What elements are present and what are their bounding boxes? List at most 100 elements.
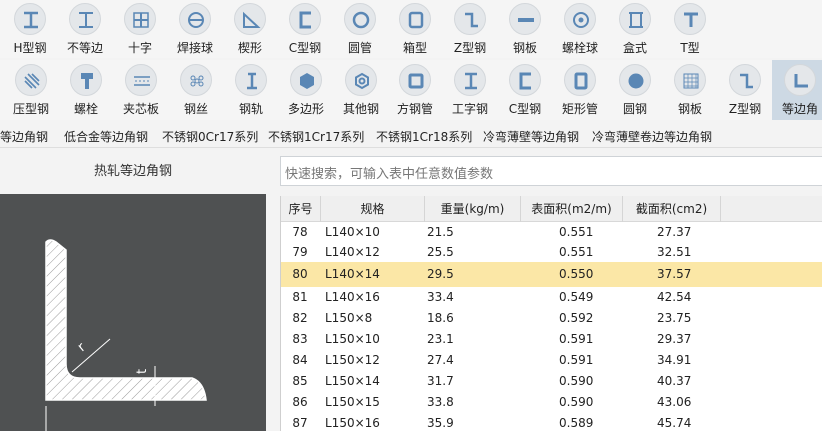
- other-steel-icon: [345, 64, 377, 96]
- row1-tool-11[interactable]: 盒式: [607, 0, 663, 58]
- tool-label: C型钢: [508, 102, 542, 116]
- h-beam-icon: [14, 3, 46, 35]
- table-cell-surface-area: 0.589: [559, 416, 594, 430]
- row2-tool-14[interactable]: 等边角: [772, 60, 822, 120]
- tool-label: T型: [680, 41, 700, 55]
- table-row[interactable]: 83 L150×10 23.1 0.591 29.37: [281, 329, 822, 350]
- table-row[interactable]: 78 L140×10 21.5 0.551 27.37: [281, 222, 822, 243]
- table-cell-weight: 31.7: [427, 374, 454, 388]
- table-cell-weight: 33.4: [427, 290, 454, 304]
- category-tab-1[interactable]: 低合金等边角钢: [64, 128, 148, 145]
- i-beam-icon: [454, 64, 486, 96]
- row1-tool-6[interactable]: 圆管: [332, 0, 388, 58]
- table-cell-index: 86: [292, 395, 308, 409]
- row1-tool-10[interactable]: 螺栓球: [552, 0, 608, 58]
- tool-label: 方钢管: [396, 102, 433, 116]
- row2-tool-1[interactable]: 螺栓: [58, 60, 114, 120]
- thickness-label: t: [135, 369, 150, 374]
- row2-tool-0[interactable]: 压型钢: [3, 60, 59, 120]
- table-cell-surface-area: 0.551: [559, 225, 594, 239]
- table-cell-index: 78: [292, 225, 308, 239]
- z-section-icon: [454, 3, 486, 35]
- row2-tool-11[interactable]: 圆钢: [607, 60, 663, 120]
- column-header-2[interactable]: 重量(kg/m): [425, 196, 521, 222]
- table-row[interactable]: 79 L140×12 25.5 0.551 32.51: [281, 243, 822, 262]
- row2-tool-3[interactable]: 钢丝: [168, 60, 224, 120]
- tool-label: 盒式: [622, 41, 647, 55]
- row1-tool-8[interactable]: Z型钢: [442, 0, 498, 58]
- table-row[interactable]: 85 L150×14 31.7 0.590 40.37: [281, 371, 822, 392]
- table-cell-spec: L140×12: [325, 245, 380, 259]
- table-row[interactable]: 86 L150×15 33.8 0.590 43.06: [281, 392, 822, 413]
- row2-tool-5[interactable]: 多边形: [278, 60, 334, 120]
- category-tab-3[interactable]: 不锈钢1Cr17系列: [268, 128, 364, 145]
- category-tab-4[interactable]: 不锈钢1Cr18系列: [376, 128, 472, 145]
- table-cell-section-area: 23.75: [657, 311, 692, 325]
- row2-tool-4[interactable]: 钢轨: [223, 60, 279, 120]
- table-cell-weight: 29.5: [427, 267, 454, 281]
- profiled-sheet-icon: [15, 64, 47, 96]
- table-cell-surface-area: 0.551: [559, 245, 594, 259]
- tool-label: 不等边: [66, 41, 103, 55]
- box-section-icon: [399, 3, 431, 35]
- steel-section-app: H型钢 不等边 十字 焊接球 楔形 C型钢 圆管 箱型 Z型钢 钢板 螺栓球 盒式 T型 压型钢 螺栓 夹芯…: [0, 0, 822, 431]
- row2-tool-2[interactable]: 夹芯板: [113, 60, 169, 120]
- table-cell-surface-area: 0.591: [559, 332, 594, 346]
- table-cell-surface-area: 0.550: [559, 267, 594, 281]
- c-channel-icon: [509, 64, 541, 96]
- table-cell-spec: L150×12: [325, 353, 380, 367]
- table-row[interactable]: 82 L150×8 18.6 0.592 23.75: [281, 308, 822, 329]
- row1-tool-1[interactable]: 不等边: [57, 0, 113, 58]
- table-header: 序号 规格 重量(kg/m) 表面积(m2/m) 截面积(cm2): [281, 196, 822, 222]
- row1-tool-9[interactable]: 钢板: [497, 0, 553, 58]
- row1-tool-5[interactable]: C型钢: [277, 0, 333, 58]
- category-tab-5[interactable]: 冷弯薄壁等边角钢: [483, 128, 579, 145]
- table-row[interactable]: 81 L140×16 33.4 0.549 42.54: [281, 287, 822, 308]
- row1-tool-3[interactable]: 焊接球: [167, 0, 223, 58]
- radius-label: r: [75, 340, 89, 355]
- tool-label: 多边形: [287, 102, 324, 116]
- search-input[interactable]: 快速搜索，可输入表中任意数值参数: [280, 156, 822, 186]
- table-cell-weight: 21.5: [427, 225, 454, 239]
- column-header-3[interactable]: 表面积(m2/m): [521, 196, 623, 222]
- table-row[interactable]: 87 L150×16 35.9 0.589 45.74: [281, 413, 822, 431]
- table-cell-spec: L140×10: [325, 225, 380, 239]
- table-cell-weight: 33.8: [427, 395, 454, 409]
- box-type-icon: [619, 3, 651, 35]
- tool-label: Z型钢: [728, 102, 762, 116]
- row2-tool-12[interactable]: 钢板: [662, 60, 718, 120]
- category-tabs: 等边角钢 低合金等边角钢 不锈钢0Cr17系列 不锈钢1Cr17系列 不锈钢1Cr18系…: [0, 122, 822, 148]
- tool-label: 楔形: [237, 41, 262, 55]
- category-tab-2[interactable]: 不锈钢0Cr17系列: [162, 128, 258, 145]
- column-header-4[interactable]: 截面积(cm2): [623, 196, 721, 222]
- table-row[interactable]: 84 L150×12 27.4 0.591 34.91: [281, 350, 822, 371]
- table-cell-index: 79: [292, 245, 308, 259]
- tool-label: 矩形管: [561, 102, 598, 116]
- sandwich-panel-icon: [125, 64, 157, 96]
- row2-tool-10[interactable]: 矩形管: [552, 60, 608, 120]
- row2-tool-7[interactable]: 方钢管: [387, 60, 443, 120]
- angle-steel-drawing: r t: [45, 239, 207, 431]
- data-table: 序号 规格 重量(kg/m) 表面积(m2/m) 截面积(cm2) 78 L140×10 2…: [280, 196, 822, 431]
- table-cell-section-area: 34.91: [657, 353, 692, 367]
- column-header-1[interactable]: 规格: [321, 196, 425, 222]
- row1-tool-7[interactable]: 箱型: [387, 0, 443, 58]
- category-tab-0[interactable]: 等边角钢: [0, 128, 48, 145]
- steel-wire-icon: [180, 64, 212, 96]
- wedge-icon: [234, 3, 266, 35]
- polygon-icon: [290, 64, 322, 96]
- category-tab-6[interactable]: 冷弯薄壁卷边等边角钢: [592, 128, 712, 145]
- row1-tool-2[interactable]: 十字: [112, 0, 168, 58]
- row2-tool-8[interactable]: 工字钢: [442, 60, 498, 120]
- column-header-0[interactable]: 序号: [281, 196, 321, 222]
- table-cell-weight: 18.6: [427, 311, 454, 325]
- row1-tool-0[interactable]: H型钢: [2, 0, 58, 58]
- row2-tool-6[interactable]: 其他钢: [333, 60, 389, 120]
- row2-tool-9[interactable]: C型钢: [497, 60, 553, 120]
- row1-tool-4[interactable]: 楔形: [222, 0, 278, 58]
- table-cell-surface-area: 0.590: [559, 395, 594, 409]
- tool-label: 圆管: [347, 41, 372, 55]
- row1-tool-12[interactable]: T型: [662, 0, 718, 58]
- row2-tool-13[interactable]: Z型钢: [717, 60, 773, 120]
- table-row[interactable]: 80 L140×14 29.5 0.550 37.57: [281, 262, 822, 287]
